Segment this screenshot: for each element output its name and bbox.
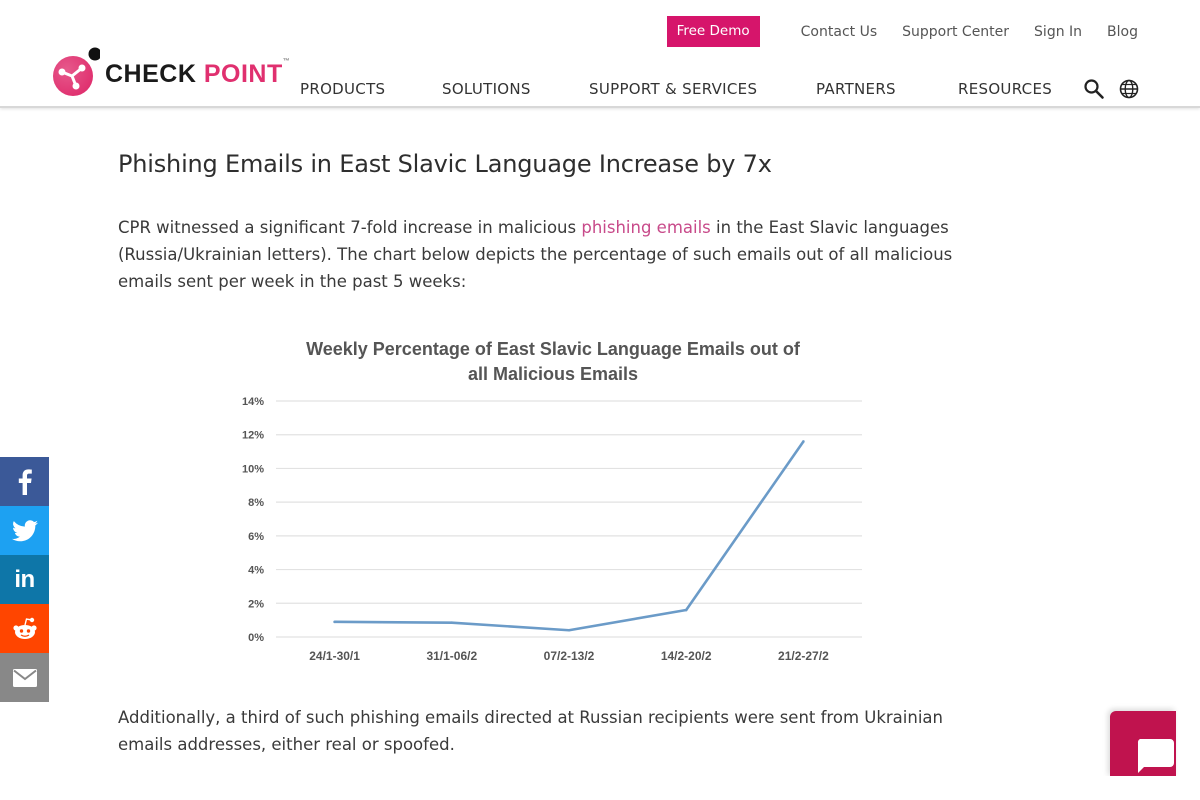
reddit-share-button[interactable] (0, 604, 49, 653)
x-tick-label: 14/2-20/2 (661, 649, 712, 663)
contact-us-link[interactable]: Contact Us (801, 24, 877, 40)
envelope-icon (12, 668, 37, 687)
data-point (333, 620, 336, 624)
blog-link[interactable]: Blog (1107, 24, 1138, 40)
x-tick-label: 21/2-27/2 (778, 649, 829, 663)
y-tick-label: 6% (248, 531, 264, 543)
nav-products[interactable]: PRODUCTS (300, 80, 385, 98)
facebook-icon (18, 468, 32, 495)
x-tick-label: 31/1-06/2 (426, 649, 477, 663)
weekly-percentage-chart: Weekly Percentage of East Slavic Languag… (220, 330, 880, 670)
x-tick-label: 24/1-30/1 (309, 649, 360, 663)
data-point (450, 621, 454, 624)
y-tick-label: 0% (248, 632, 264, 644)
y-tick-label: 10% (242, 463, 264, 475)
trademark-symbol: ™ (282, 57, 291, 65)
globe-icon[interactable] (1118, 78, 1140, 100)
y-tick-label: 2% (248, 598, 264, 610)
live-chat-button[interactable] (1110, 711, 1176, 777)
y-tick-label: 8% (248, 497, 264, 509)
chart-svg: Weekly Percentage of East Slavic Languag… (242, 339, 862, 663)
page-bottom-edge (1100, 776, 1200, 800)
nav-resources[interactable]: RESOURCES (958, 80, 1052, 98)
data-point (684, 608, 688, 612)
y-tick-label: 12% (242, 430, 264, 442)
nav-support-services[interactable]: SUPPORT & SERVICES (589, 80, 757, 98)
sign-in-link[interactable]: Sign In (1034, 24, 1082, 40)
email-share-button[interactable] (0, 653, 49, 702)
y-tick-label: 4% (248, 565, 264, 577)
check-point-logo[interactable]: CHECK POINT™ (52, 44, 290, 96)
free-demo-button[interactable]: Free Demo (666, 16, 760, 47)
chat-bubble-icon (1137, 739, 1174, 773)
logo-word-check: CHECK (105, 59, 197, 88)
linkedin-icon: in (14, 565, 35, 593)
chart-title-line-2: all Malicious Emails (468, 364, 638, 384)
intro-paragraph: CPR witnessed a significant 7-fold incre… (118, 214, 958, 295)
nav-solutions[interactable]: SOLUTIONS (442, 80, 531, 98)
y-tick-label: 14% (242, 396, 264, 408)
nav-partners[interactable]: PARTNERS (816, 80, 896, 98)
logo-wordmark: CHECK POINT™ (105, 57, 291, 89)
logo-mark-icon (52, 46, 102, 96)
twitter-icon (11, 519, 38, 541)
phishing-emails-link[interactable]: phishing emails (581, 218, 710, 237)
section-heading: Phishing Emails in East Slavic Language … (118, 150, 772, 178)
site-header: CHECK POINT™ Free Demo Contact Us Suppor… (0, 0, 1200, 108)
chart-title-line-1: Weekly Percentage of East Slavic Languag… (306, 339, 801, 359)
search-icon[interactable] (1083, 78, 1105, 100)
facebook-share-button[interactable] (0, 457, 49, 506)
data-point (567, 628, 571, 632)
twitter-share-button[interactable] (0, 506, 49, 555)
data-point (802, 440, 805, 443)
reddit-icon (12, 617, 37, 639)
x-tick-label: 07/2-13/2 (544, 649, 595, 663)
logo-word-point: POINT (203, 59, 283, 88)
linkedin-share-button[interactable]: in (0, 555, 49, 604)
followup-paragraph: Additionally, a third of such phishing e… (118, 708, 943, 754)
social-share-bar: in (0, 457, 49, 702)
utility-nav: Free Demo Contact Us Support Center Sign… (666, 16, 1138, 47)
support-center-link[interactable]: Support Center (902, 24, 1009, 40)
intro-text-before: CPR witnessed a significant 7-fold incre… (118, 218, 582, 237)
